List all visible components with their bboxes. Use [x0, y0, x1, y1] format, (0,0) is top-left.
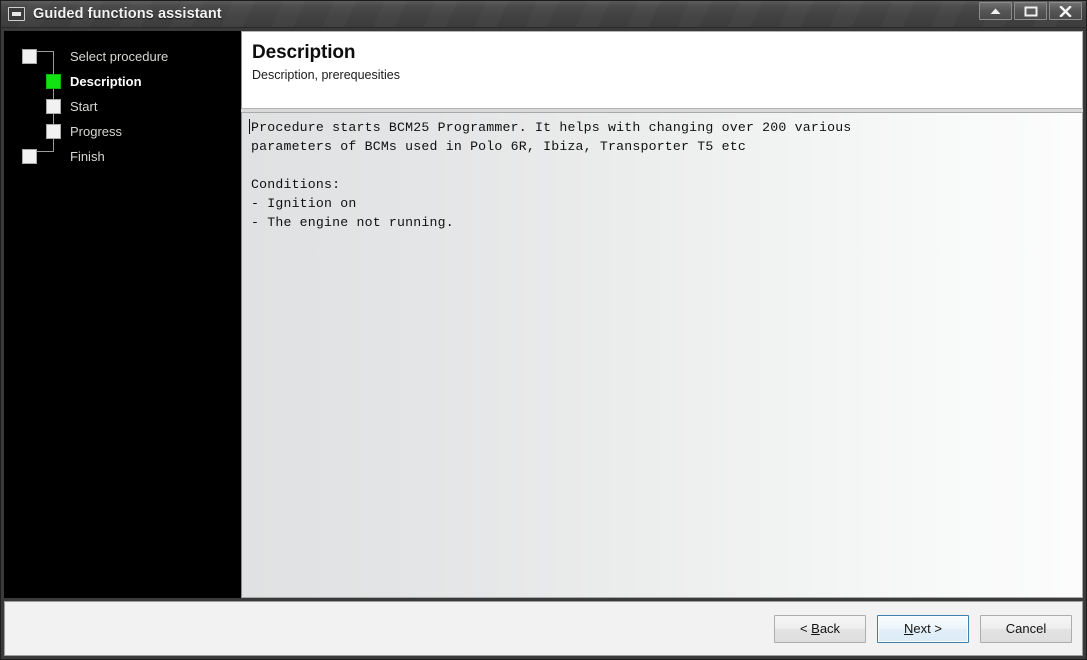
- sidebar-item-description[interactable]: Description: [4, 69, 241, 94]
- step-marker-icon: [46, 124, 61, 139]
- description-text-panel[interactable]: Procedure starts BCM25 Programmer. It he…: [241, 112, 1083, 598]
- connector-line: [37, 151, 54, 152]
- window-title: Guided functions assistant: [33, 6, 222, 22]
- back-button-label: < Back: [799, 621, 841, 636]
- step-marker-icon: [46, 74, 61, 89]
- text-caret: [249, 119, 250, 134]
- next-button[interactable]: Next >: [877, 614, 969, 643]
- description-panel-wrapper: Procedure starts BCM25 Programmer. It he…: [241, 109, 1083, 598]
- back-button[interactable]: < Back: [774, 614, 866, 643]
- step-marker-icon: [22, 149, 37, 164]
- sidebar-item-progress[interactable]: Progress: [4, 119, 241, 144]
- step-label: Finish: [70, 149, 105, 164]
- title-bar[interactable]: Guided functions assistant: [1, 1, 1086, 28]
- description-body-text: Procedure starts BCM25 Programmer. It he…: [251, 120, 852, 230]
- sidebar-item-finish[interactable]: Finish: [4, 144, 241, 169]
- page-title: Description: [252, 42, 356, 63]
- step-marker-icon: [22, 49, 37, 64]
- close-button[interactable]: [1049, 2, 1082, 20]
- window-restore-icon[interactable]: [8, 7, 25, 21]
- page-subtitle: Description, prerequesities: [252, 68, 400, 82]
- window-controls: [979, 2, 1082, 20]
- connector-line: [37, 51, 54, 52]
- step-marker-icon: [46, 99, 61, 114]
- content-area: Description Description, prerequesities …: [241, 31, 1083, 598]
- maximize-button[interactable]: [1014, 2, 1047, 20]
- step-label: Description: [70, 74, 142, 89]
- step-label: Select procedure: [70, 49, 169, 64]
- page-header-panel: Description Description, prerequesities: [241, 31, 1083, 109]
- cancel-button[interactable]: Cancel: [980, 614, 1072, 643]
- footer-bar: < Back Next > Cancel: [4, 601, 1083, 656]
- minimize-button[interactable]: [979, 2, 1012, 20]
- step-label: Progress: [70, 124, 123, 139]
- step-label: Start: [70, 99, 98, 114]
- next-button-label: Next >: [904, 621, 942, 636]
- step-list: Select procedure Description Start Progr…: [4, 31, 241, 169]
- window-body: Select procedure Description Start Progr…: [1, 28, 1086, 598]
- sidebar-item-select-procedure[interactable]: Select procedure: [4, 44, 241, 69]
- wizard-step-sidebar: Select procedure Description Start Progr…: [4, 31, 241, 598]
- guided-functions-assistant-window: Guided functions assistant Select proced…: [0, 0, 1087, 660]
- cancel-button-label: Cancel: [1005, 621, 1047, 636]
- sidebar-item-start[interactable]: Start: [4, 94, 241, 119]
